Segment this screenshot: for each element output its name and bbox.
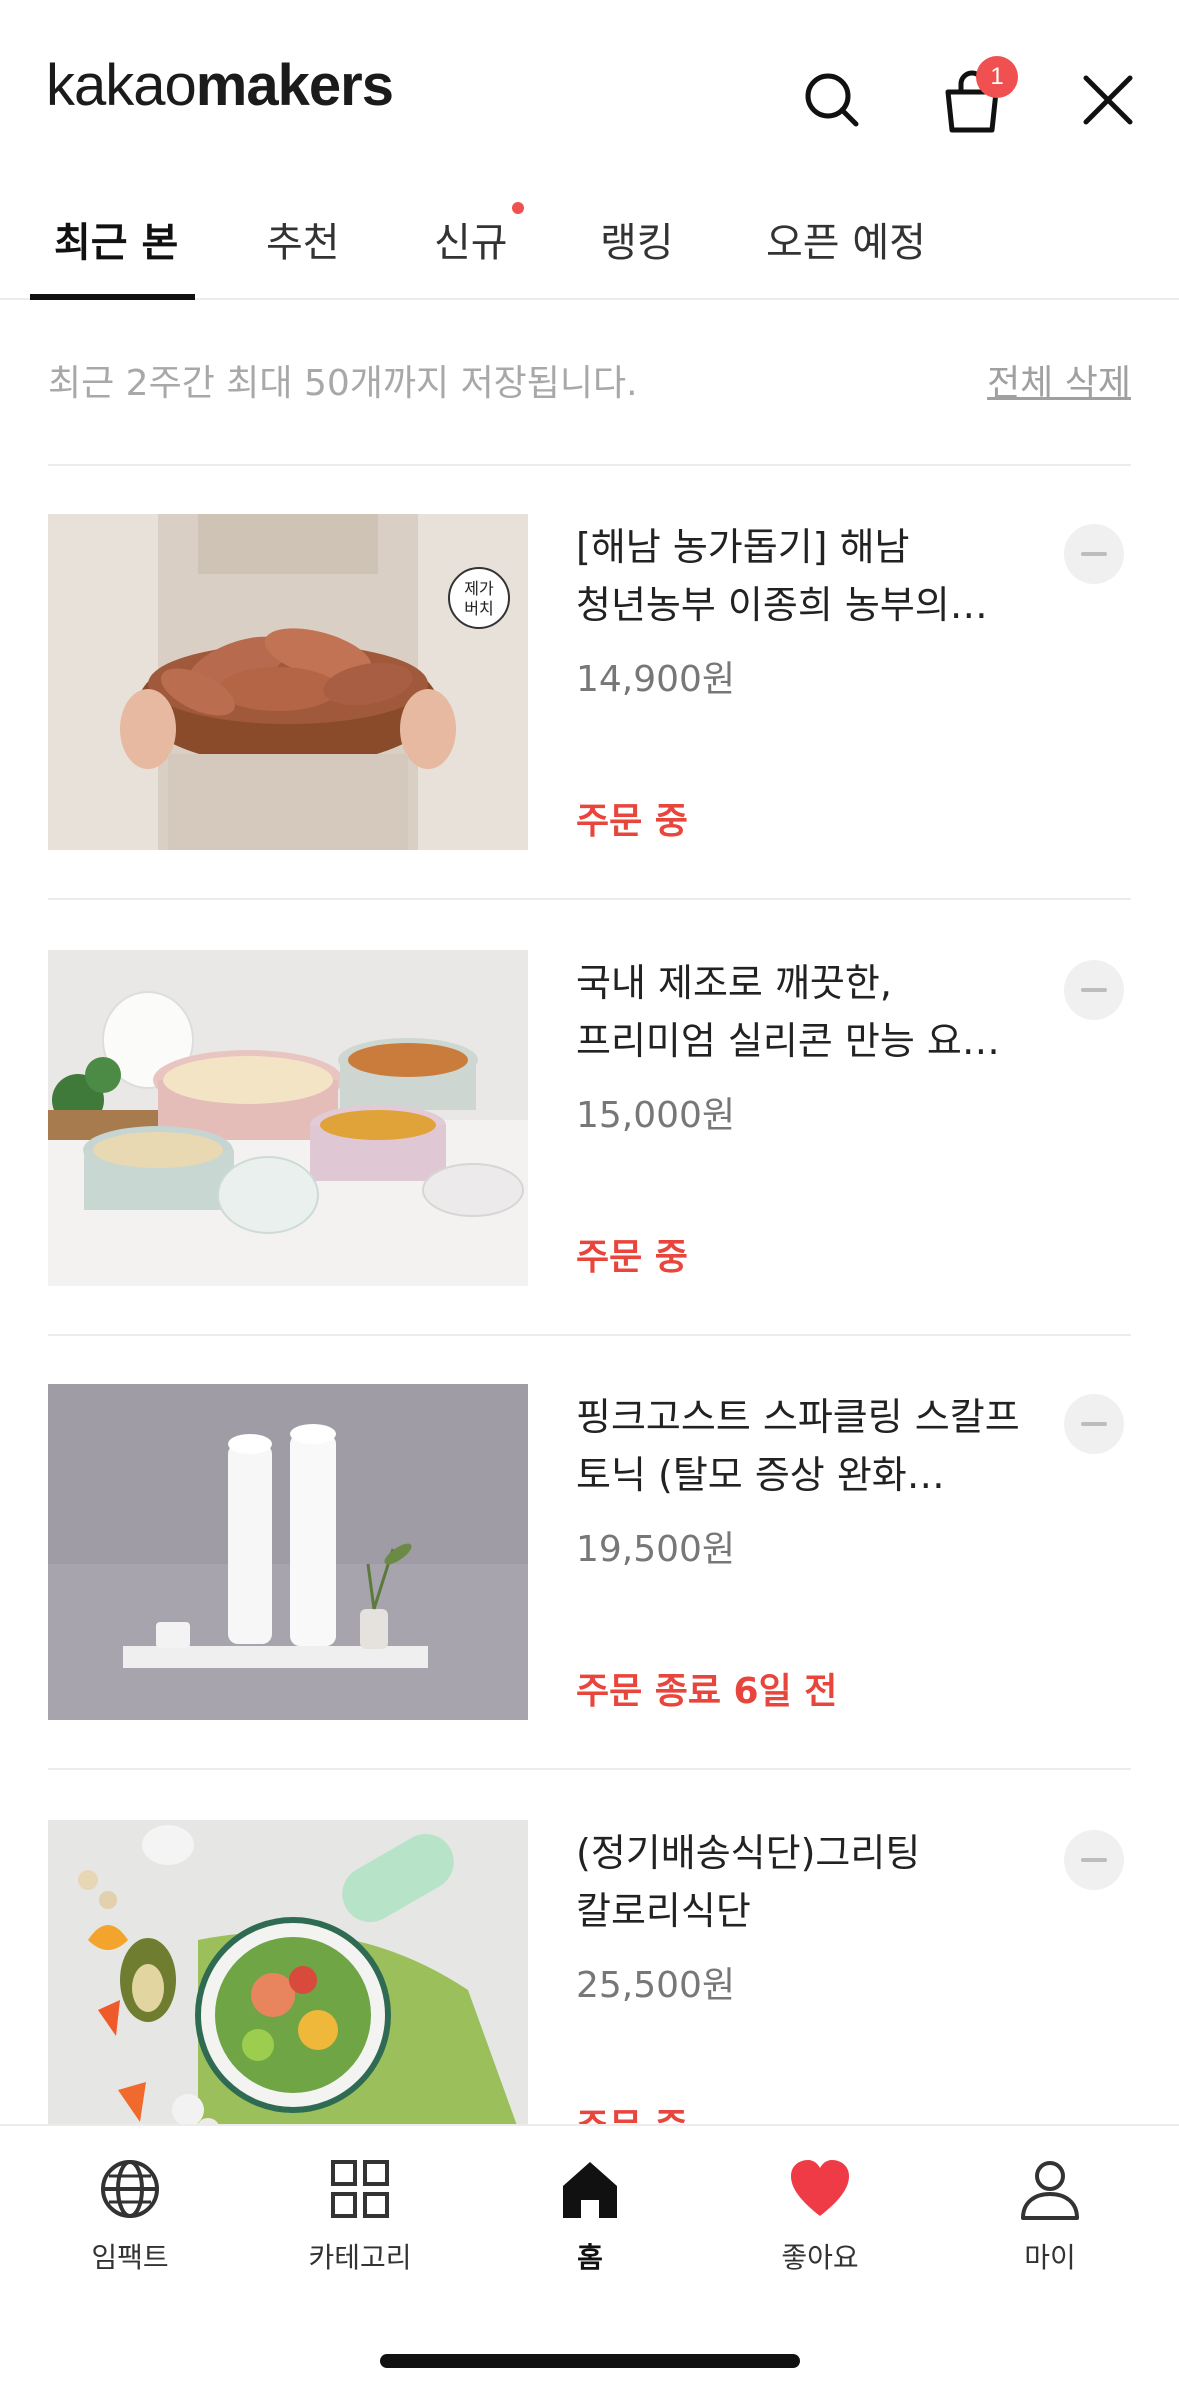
nav-label: 홈 (577, 2241, 603, 2274)
tab-new[interactable]: 신규 (434, 210, 508, 296)
nav-home[interactable]: 홈 (490, 2156, 690, 2286)
remove-item-button[interactable] (1064, 960, 1124, 1020)
product-price: 15,000원 (576, 1095, 736, 1136)
delete-all-link[interactable]: 전체 삭제 (987, 354, 1131, 406)
divider (48, 1334, 1131, 1336)
search-icon (805, 73, 859, 127)
nav-label: 좋아요 (781, 2241, 859, 2274)
product-title[interactable]: 핑크고스트 스파클링 스칼프 토닉 (탈모 증상 완화… (576, 1388, 1036, 1504)
tab-recommended[interactable]: 추천 (266, 210, 340, 296)
nav-likes[interactable]: 좋아요 (720, 2156, 920, 2286)
scalp-tonic-image (48, 1384, 528, 1720)
product-thumbnail[interactable] (48, 1384, 528, 1720)
list-item[interactable]: 국내 제조로 깨끗한, 프리미엄 실리콘 만능 요… 15,000원 주문 중 (48, 950, 1131, 1286)
tab-upcoming[interactable]: 오픈 예정 (766, 210, 926, 296)
nav-category[interactable]: 카테고리 (260, 2156, 460, 2286)
order-status: 주문 종료 6일 전 (576, 1671, 838, 1712)
nav-label: 마이 (1024, 2241, 1076, 2274)
person-icon (1021, 2161, 1079, 2220)
product-title[interactable]: (정기배송식단)그리팅 칼로리식단 (576, 1824, 1036, 1940)
remove-item-button[interactable] (1064, 1830, 1124, 1890)
silicone-cookware-image (48, 950, 528, 1286)
close-button[interactable] (1070, 62, 1146, 138)
active-tab-indicator (30, 294, 195, 300)
thumb-badge-line1: 제가 (464, 579, 494, 598)
home-indicator[interactable] (380, 2354, 800, 2368)
product-thumbnail[interactable]: 제가 버치 (48, 514, 528, 850)
product-price: 25,500원 (576, 1965, 736, 2006)
app-header: kakaomakers 1 (0, 0, 1179, 190)
heart-icon (791, 2160, 849, 2216)
product-price: 14,900원 (576, 659, 736, 700)
product-thumbnail[interactable] (48, 1820, 528, 2156)
search-button[interactable] (794, 62, 870, 138)
list-item[interactable]: (정기배송식단)그리팅 칼로리식단 25,500원 주문 중 (48, 1820, 1131, 2156)
tab-bar: 최근 본 추천 신규 랭킹 오픈 예정 (0, 190, 1179, 300)
divider (48, 464, 1131, 466)
grid-icon (331, 2160, 389, 2218)
storage-notice: 최근 2주간 최대 50개까지 저장됩니다. (48, 363, 638, 404)
kakaomakers-logo[interactable]: kakaomakers (46, 52, 394, 119)
divider (48, 1768, 1131, 1770)
product-thumbnail[interactable] (48, 950, 528, 1286)
new-indicator-dot (512, 202, 524, 214)
home-icon (563, 2162, 617, 2218)
nav-label: 임팩트 (91, 2241, 169, 2274)
globe-icon (101, 2160, 159, 2218)
divider (48, 898, 1131, 900)
nav-impact[interactable]: 임팩트 (30, 2156, 230, 2286)
cart-count-badge: 1 (976, 56, 1018, 98)
sweet-potato-basket-image: 제가 버치 (48, 514, 528, 850)
order-status: 주문 중 (576, 801, 688, 842)
remove-item-button[interactable] (1064, 1394, 1124, 1454)
thumb-badge-line2: 버치 (464, 599, 493, 618)
order-status: 주문 중 (576, 1237, 688, 1278)
nav-my[interactable]: 마이 (950, 2156, 1150, 2286)
product-price: 19,500원 (576, 1529, 736, 1570)
remove-item-button[interactable] (1064, 524, 1124, 584)
close-icon (1083, 75, 1133, 125)
salad-meal-image (48, 1820, 528, 2156)
tab-ranking[interactable]: 랭킹 (600, 210, 674, 296)
list-item[interactable]: 핑크고스트 스파클링 스칼프 토닉 (탈모 증상 완화… 19,500원 주문 … (48, 1384, 1131, 1720)
nav-label: 카테고리 (308, 2241, 412, 2274)
tab-recently-viewed[interactable]: 최근 본 (54, 210, 178, 296)
product-title[interactable]: 국내 제조로 깨끗한, 프리미엄 실리콘 만능 요… (576, 954, 1036, 1070)
product-title[interactable]: [해남 농가돕기] 해남 청년농부 이종희 농부의… (576, 518, 1036, 634)
list-item[interactable]: 제가 버치 [해남 농가돕기] 해남 청년농부 이종희 농부의… 14,900원… (48, 514, 1131, 850)
